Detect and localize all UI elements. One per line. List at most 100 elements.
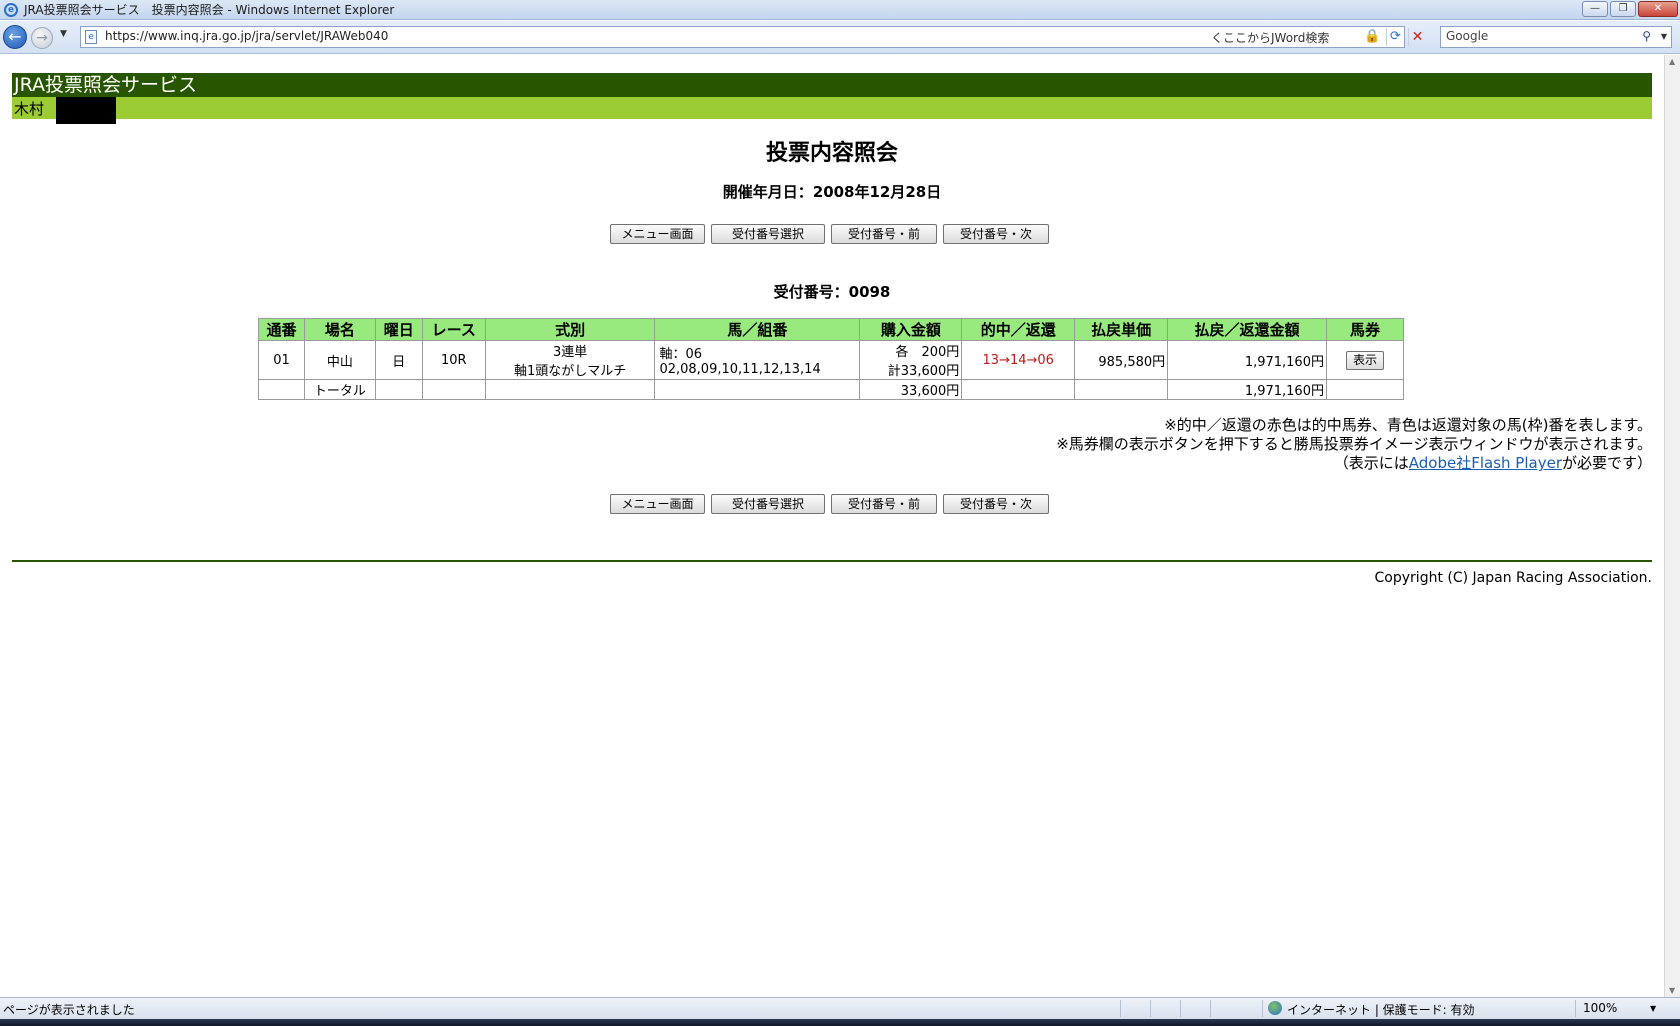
note-text: （表示には: [1333, 454, 1409, 472]
note-line: ※馬券欄の表示ボタンを押下すると勝馬投票券イメージ表示ウィンドウが表示されます。: [1056, 435, 1652, 453]
table-row: 01 中山 日 10R 3連単 軸1頭ながしマルチ 軸：06 02,08,09,…: [258, 340, 1405, 380]
col-header: 馬／組番: [654, 318, 861, 341]
empty-cell: [258, 379, 305, 400]
menu-button[interactable]: メニュー画面: [610, 224, 705, 244]
window-title: JRA投票照会サービス 投票内容照会 - Windows Internet Ex…: [24, 3, 395, 17]
page-title: 投票内容照会: [765, 141, 898, 166]
empty-cell: [421, 379, 486, 400]
taskbar: [0, 1019, 1680, 1026]
zoom-dropdown-icon[interactable]: ▼: [1650, 1004, 1656, 1013]
copyright: Copyright (C) Japan Racing Association.: [1374, 570, 1652, 586]
receipt-select-button[interactable]: 受付番号選択: [711, 224, 825, 244]
minimize-button[interactable]: —: [1582, 1, 1608, 17]
col-header: 購入金額: [859, 318, 963, 341]
col-header: 場名: [303, 318, 376, 341]
status-separator: [1210, 1000, 1211, 1017]
menu-button[interactable]: メニュー画面: [610, 494, 705, 514]
scroll-up-icon[interactable]: ▲: [1669, 57, 1675, 66]
combination-axis: 軸：06: [659, 347, 702, 362]
flash-player-link[interactable]: Adobe社Flash Player: [1409, 454, 1562, 472]
status-separator: [1150, 1000, 1151, 1017]
total-payout: 1,971,160円: [1167, 379, 1327, 400]
search-dropdown-icon[interactable]: ▼: [1661, 32, 1667, 41]
empty-cell: [374, 379, 423, 400]
page-content: JRA投票照会サービス 木村 投票内容照会 開催年月日：2008年12月28日 …: [0, 55, 1664, 997]
user-name: 木村: [14, 100, 45, 118]
search-provider: Google: [1446, 29, 1489, 43]
search-input[interactable]: Google ⚲ ▼: [1440, 26, 1672, 48]
venue-cell: 中山: [303, 340, 376, 380]
table-header-row: 通番 場名 曜日 レース 式別 馬／組番 購入金額 的中／返還 払戻単価 払戻／…: [258, 318, 1405, 341]
total-label: トータル: [303, 379, 376, 400]
status-text: ページが表示されました: [3, 1003, 135, 1017]
combination-list: 02,08,09,10,11,12,13,14: [659, 362, 821, 377]
refresh-icon[interactable]: ⟳: [1386, 28, 1404, 46]
close-button[interactable]: ✕: [1638, 1, 1678, 17]
receipt-next-button[interactable]: 受付番号・次: [943, 494, 1049, 514]
amount-cell: 各 200円 計33,600円: [859, 340, 963, 380]
show-ticket-button[interactable]: 表示: [1345, 350, 1384, 370]
jword-search-link[interactable]: くここからJWord検索: [1211, 29, 1329, 46]
combination-cell: 軸：06 02,08,09,10,11,12,13,14: [654, 340, 861, 380]
ticket-cell: 表示: [1325, 340, 1405, 380]
col-header: レース: [421, 318, 486, 341]
note-line: ※的中／返還の赤色は的中馬券、青色は返還対象の馬(枠)番を表します。: [1164, 416, 1652, 434]
total-row: トータル 33,600円 1,971,160円: [258, 379, 1405, 400]
serial-cell: 01: [258, 340, 305, 380]
address-field[interactable]: e https://www.inq.jra.go.jp/jra/servlet/…: [80, 26, 1423, 48]
notes: ※的中／返還の赤色は的中馬券、青色は返還対象の馬(枠)番を表します。 ※馬券欄の…: [1056, 416, 1652, 473]
receipt-prev-button[interactable]: 受付番号・前: [831, 494, 937, 514]
col-header: 的中／返還: [961, 318, 1076, 341]
bet-type-cell: 3連単 軸1頭ながしマルチ: [484, 340, 656, 380]
status-separator: [1262, 1000, 1263, 1017]
col-header: 式別: [484, 318, 656, 341]
window-controls: — ❐ ✕: [1582, 1, 1678, 17]
total-payout-cell: 1,971,160円: [1167, 340, 1327, 380]
address-toolbar: ← → ▼ e https://www.inq.jra.go.jp/jra/se…: [0, 21, 1680, 54]
history-dropdown-icon[interactable]: ▼: [60, 29, 67, 39]
col-header: 馬券: [1325, 318, 1405, 341]
note-line: （表示にはAdobe社Flash Playerが必要です）: [1056, 454, 1652, 473]
total-amount: 33,600円: [859, 379, 963, 400]
user-bar: 木村: [12, 97, 1652, 124]
race-cell: 10R: [421, 340, 486, 380]
globe-icon: [1268, 1001, 1282, 1015]
restore-button[interactable]: ❐: [1610, 1, 1636, 17]
receipt-next-button[interactable]: 受付番号・次: [943, 224, 1049, 244]
nav-buttons-bottom: メニュー画面 受付番号選択 受付番号・前 受付番号・次: [610, 494, 1049, 514]
security-zone[interactable]: インターネット | 保護モード: 有効: [1287, 1001, 1475, 1018]
hit-cell: 13→14→06: [961, 340, 1076, 380]
col-header: 通番: [258, 318, 305, 341]
amount-each: 各 200円: [895, 345, 960, 360]
empty-cell: [1325, 379, 1405, 400]
zoom-level[interactable]: 100%: [1583, 1001, 1617, 1015]
amount-total: 計33,600円: [887, 364, 960, 379]
back-arrow-icon[interactable]: ←: [3, 25, 27, 49]
empty-cell: [654, 379, 861, 400]
vertical-scrollbar[interactable]: ▲ ▼: [1664, 55, 1680, 997]
forward-arrow-icon[interactable]: →: [31, 27, 53, 49]
scroll-down-icon[interactable]: ▼: [1669, 986, 1675, 995]
bet-type-line: 軸1頭ながしマルチ: [513, 364, 627, 379]
page-icon: e: [85, 30, 97, 44]
day-cell: 日: [374, 340, 423, 380]
url-text[interactable]: https://www.inq.jra.go.jp/jra/servlet/JR…: [105, 29, 388, 43]
unit-payout-cell: 985,580円: [1074, 340, 1169, 380]
col-header: 払戻単価: [1074, 318, 1169, 341]
status-bar: ページが表示されました インターネット | 保護モード: 有効 100% ▼: [0, 997, 1680, 1019]
search-icon[interactable]: ⚲: [1642, 29, 1651, 43]
ie-logo-icon: e: [4, 2, 18, 17]
empty-cell: [961, 379, 1076, 400]
col-header: 払戻／返還金額: [1167, 318, 1327, 341]
status-separator: [1180, 1000, 1181, 1017]
meeting-date: 開催年月日：2008年12月28日: [722, 183, 942, 201]
receipt-prev-button[interactable]: 受付番号・前: [831, 224, 937, 244]
receipt-select-button[interactable]: 受付番号選択: [711, 494, 825, 514]
col-header: 曜日: [374, 318, 423, 341]
receipt-number: 受付番号：0098: [773, 283, 891, 301]
stop-icon[interactable]: ✕: [1408, 28, 1426, 46]
lock-icon[interactable]: 🔒: [1364, 29, 1380, 45]
bet-table: 通番 場名 曜日 レース 式別 馬／組番 購入金額 的中／返還 払戻単価 払戻／…: [258, 318, 1405, 400]
bet-type-line: 3連単: [552, 345, 588, 360]
window-titlebar: e JRA投票照会サービス 投票内容照会 - Windows Internet …: [0, 0, 1680, 20]
